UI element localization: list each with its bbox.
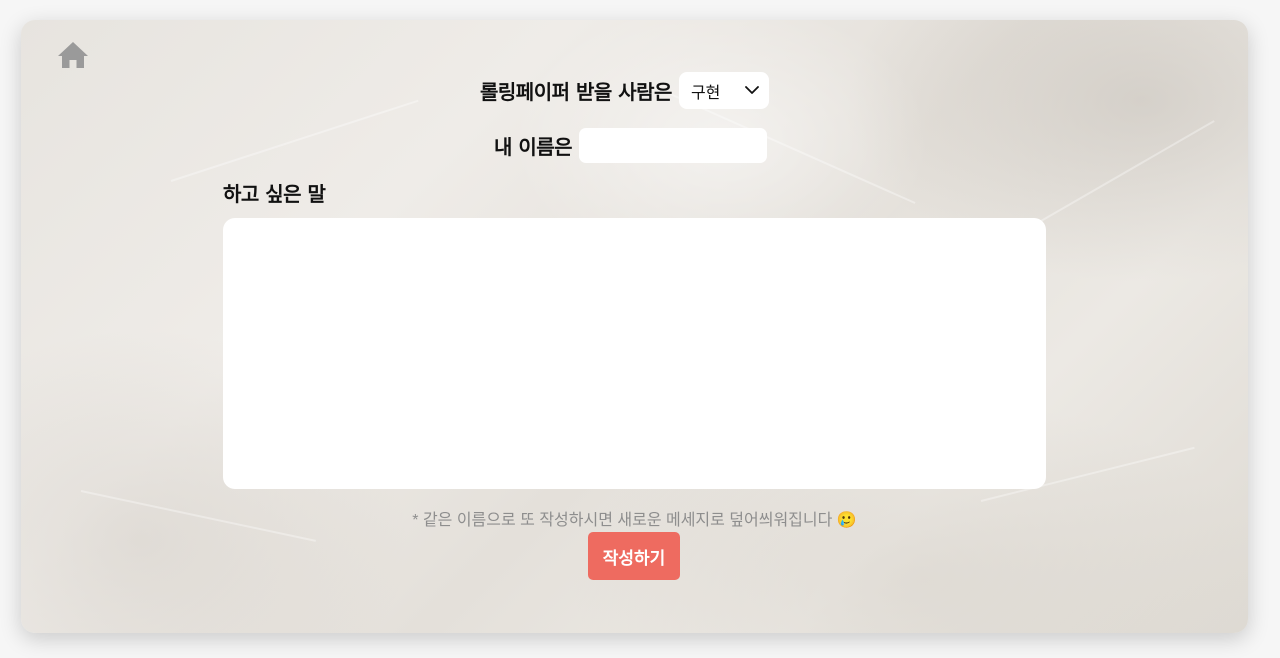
sender-label: 내 이름은 [494,135,573,159]
recipient-selected-value: 구현 [690,84,721,102]
paper-crease [170,99,419,182]
sender-name-input[interactable] [579,128,768,163]
message-textarea[interactable] [223,218,1046,489]
sender-row: 내 이름은 [494,128,768,163]
home-icon [58,42,88,68]
message-label: 하고 싶은 말 [223,182,326,206]
paper-crease [1040,120,1215,222]
recipient-select[interactable]: 구현 [678,72,769,109]
chevron-down-icon [745,86,759,94]
rolling-paper-form-card: 롤링페이퍼 받을 사람은 구현 내 이름은 하고 싶은 말 * 같은 이름으로 … [21,20,1248,633]
message-label-row: 하고 싶은 말 [223,178,326,207]
overwrite-notice: * 같은 이름으로 또 작성하시면 새로운 메세지로 덮어씌워집니다 🥲 [412,512,857,529]
submit-button[interactable]: 작성하기 [588,532,680,580]
home-button[interactable] [57,41,89,69]
recipient-label: 롤링페이퍼 받을 사람은 [480,80,672,104]
recipient-row: 롤링페이퍼 받을 사람은 구현 [480,72,769,109]
